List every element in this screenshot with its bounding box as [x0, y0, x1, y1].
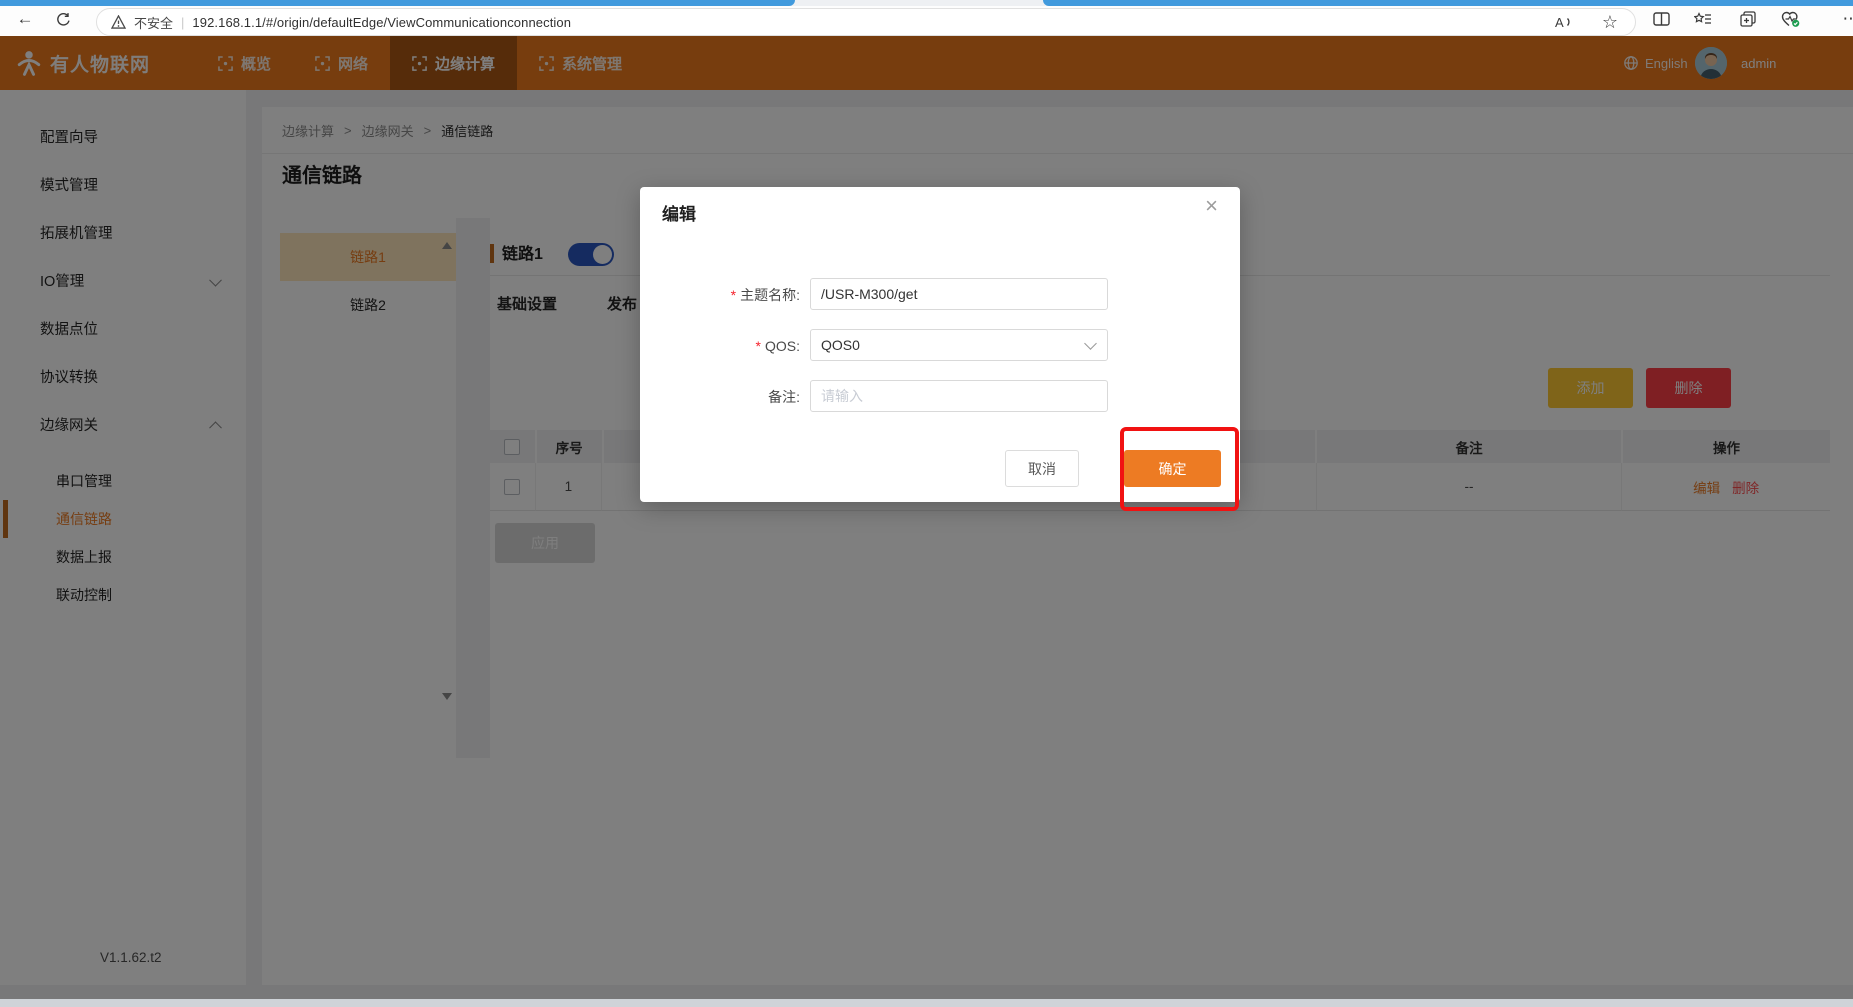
browser-essentials-icon[interactable]: [1780, 8, 1802, 30]
form-row-qos: *QOS: QOS0: [640, 329, 1240, 363]
close-icon[interactable]: ×: [1205, 195, 1218, 217]
remark-input[interactable]: [810, 380, 1108, 412]
browser-essentials-glyph: [1781, 11, 1801, 28]
modal-overlay: [0, 36, 1853, 1000]
svg-text:A: A: [1555, 15, 1564, 30]
not-secure-warning-icon: [111, 15, 126, 29]
field-label: 备注:: [640, 380, 800, 414]
screen: 有人物联网 概览 网络 边缘计算 系统管理 English: [0, 0, 1853, 1007]
confirm-button[interactable]: 确定: [1124, 450, 1221, 487]
required-mark: *: [756, 338, 761, 354]
edit-dialog: 编辑 × *主题名称: *QOS: QOS0 备注: 取消 确定: [640, 187, 1240, 502]
browser-chrome: ← 不安全 | 192.168.1.1/#/origin/defaultEdge…: [0, 0, 1853, 36]
tab-strip: [0, 0, 1853, 6]
back-button[interactable]: ←: [14, 8, 36, 30]
qos-selected-value: QOS0: [821, 337, 860, 353]
field-label: *QOS:: [640, 329, 800, 363]
topic-name-input[interactable]: [810, 278, 1108, 310]
read-aloud-icon[interactable]: A: [1552, 11, 1574, 33]
tab-strip-blue-left: [0, 0, 795, 6]
split-screen-glyph: [1653, 12, 1670, 26]
dialog-title: 编辑: [662, 200, 696, 225]
field-label-text: 备注:: [768, 389, 800, 405]
address-bar[interactable]: 不安全 | 192.168.1.1/#/origin/defaultEdge/V…: [96, 8, 1636, 36]
horizontal-scrollbar[interactable]: [0, 999, 1853, 1007]
tab-strip-blue-right: [1043, 0, 1853, 6]
favorites-hub-icon[interactable]: [1692, 8, 1714, 30]
favorites-hub-glyph: [1694, 12, 1712, 27]
chevron-down-icon: [1084, 337, 1097, 350]
separator: |: [181, 15, 184, 30]
form-row-remark: 备注:: [640, 380, 1240, 414]
split-screen-icon[interactable]: [1650, 8, 1672, 30]
more-menu-icon[interactable]: ⋯: [1840, 8, 1853, 30]
read-aloud-glyph: A: [1554, 14, 1572, 30]
field-label: *主题名称:: [640, 278, 800, 312]
qos-select[interactable]: QOS0: [810, 329, 1108, 361]
required-mark: *: [731, 287, 736, 303]
collections-icon[interactable]: [1737, 8, 1759, 30]
address-content: 不安全 | 192.168.1.1/#/origin/defaultEdge/V…: [111, 9, 571, 35]
cancel-button[interactable]: 取消: [1005, 450, 1079, 487]
field-label-text: 主题名称:: [740, 287, 800, 303]
refresh-button[interactable]: [52, 8, 74, 30]
field-label-text: QOS:: [765, 338, 800, 354]
collections-glyph: [1740, 11, 1756, 27]
favorite-star-icon[interactable]: ☆: [1599, 11, 1621, 33]
form-row-topic: *主题名称:: [640, 278, 1240, 312]
url-text[interactable]: 192.168.1.1/#/origin/defaultEdge/ViewCom…: [192, 15, 571, 30]
refresh-icon: [56, 12, 71, 27]
security-label[interactable]: 不安全: [134, 13, 173, 32]
